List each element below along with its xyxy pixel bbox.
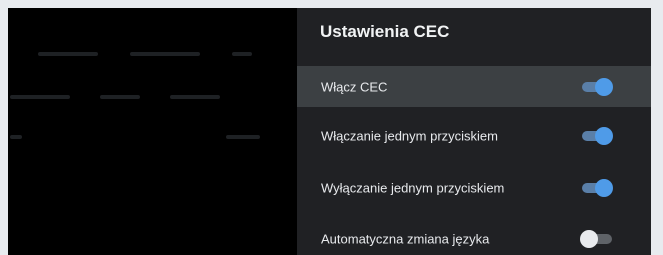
toggle-knob [595,178,613,197]
background-row [10,135,260,139]
toggle-knob [595,77,613,96]
menu-item-auto-language[interactable]: Automatyczna zmiana języka [297,218,651,255]
auto-language-toggle[interactable] [580,229,616,248]
menu-item-one-touch-play[interactable]: Włączanie jednym przyciskiem [297,115,651,156]
tv-screen: Ustawienia CEC Włącz CEC Włączanie jedny… [8,8,651,255]
menu-item-label: Włączanie jednym przyciskiem [321,128,498,143]
cec-settings-panel: Ustawienia CEC Włącz CEC Włączanie jedny… [297,8,651,255]
menu-item-label: Wyłączanie jednym przyciskiem [321,180,505,195]
one-touch-play-toggle[interactable] [580,126,616,145]
background-blurred-text [226,135,260,139]
menu-item-label: Automatyczna zmiana języka [321,231,490,246]
background-row [10,95,270,99]
dimmed-background-menu [8,8,298,255]
enable-cec-toggle[interactable] [580,77,616,96]
background-blurred-text [130,52,200,56]
background-blurred-text [100,95,140,99]
menu-item-enable-cec[interactable]: Włącz CEC [297,66,651,107]
background-blurred-text [232,52,252,56]
background-blurred-text [38,52,98,56]
background-row [38,52,308,56]
panel-title: Ustawienia CEC [320,22,450,41]
background-blurred-text [170,95,220,99]
background-blurred-text [10,135,22,139]
toggle-knob [580,229,598,248]
toggle-knob [595,126,613,145]
one-touch-off-toggle[interactable] [580,178,616,197]
menu-item-label: Włącz CEC [321,79,388,94]
background-blurred-text [10,95,70,99]
menu-item-one-touch-off[interactable]: Wyłączanie jednym przyciskiem [297,167,651,208]
